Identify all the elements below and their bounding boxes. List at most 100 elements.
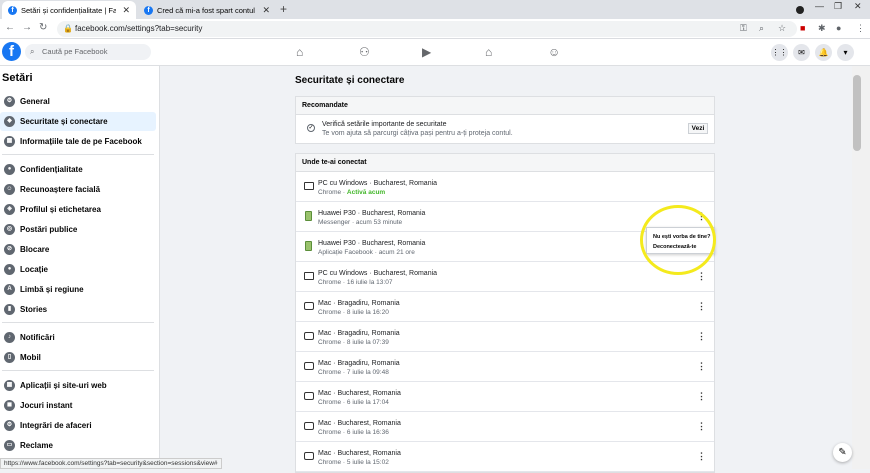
- sidebar-item-label: Mobil: [20, 353, 41, 362]
- session-row[interactable]: Mac · Bucharest, Romania Chrome · 6 iuli…: [296, 383, 714, 412]
- divider: [2, 322, 154, 323]
- facebook-logo[interactable]: f: [2, 42, 21, 61]
- shield-icon: ◆: [4, 116, 15, 127]
- tab-settings[interactable]: f Setări și confidențialitate | Faceb ✕: [2, 1, 136, 19]
- menu-grid-icon[interactable]: ⋮⋮: [771, 44, 788, 61]
- sidebar-item-public-posts[interactable]: ◎ Postări publice: [0, 220, 156, 239]
- sidebar-item-label: Integrări de afaceri: [20, 421, 92, 430]
- sidebar-item-label: Recunoaștere facială: [20, 185, 101, 194]
- sidebar-item-instant-games[interactable]: ◼ Jocuri instant: [0, 396, 156, 415]
- groups-icon[interactable]: ☺: [548, 45, 560, 59]
- session-row[interactable]: Mac · Bragadiru, Romania Chrome · 8 iuli…: [296, 323, 714, 352]
- book-icon: ▮: [4, 304, 15, 315]
- zoom-icon[interactable]: ⌕: [759, 23, 764, 34]
- grid-icon: ▦: [4, 136, 15, 147]
- reload-icon[interactable]: ↻: [39, 22, 47, 33]
- forward-icon[interactable]: →: [22, 22, 32, 33]
- ads-icon: ▭: [4, 440, 15, 451]
- close-tab-icon[interactable]: ✕: [262, 5, 270, 16]
- sidebar-item-blocking[interactable]: ⊘ Blocare: [0, 240, 156, 259]
- view-button[interactable]: Vezi: [688, 123, 708, 134]
- sidebar-item-profile-tagging[interactable]: ◈ Profilul și etichetarea: [0, 200, 156, 219]
- not-you-menu-item[interactable]: Nu ești vorba de tine?: [653, 232, 714, 242]
- check-shield-icon: ✓: [307, 124, 315, 132]
- sessions-card: Unde te-ai conectat PC cu Windows · Buch…: [295, 153, 715, 473]
- key-icon[interactable]: ⚿: [740, 23, 747, 34]
- extensions-icon[interactable]: ✱: [818, 23, 826, 34]
- new-tab-icon[interactable]: +: [280, 2, 287, 16]
- session-row[interactable]: Mac · Bragadiru, Romania Chrome · 8 iuli…: [296, 293, 714, 322]
- sidebar-item-location[interactable]: ● Locație: [0, 260, 156, 279]
- facebook-favicon-icon: f: [8, 5, 17, 15]
- tab-article[interactable]: f Cred că mi-a fost spart contul de ✕: [138, 1, 276, 19]
- account-dropdown-icon[interactable]: ▾: [837, 44, 854, 61]
- scrollbar-thumb[interactable]: [853, 75, 861, 151]
- compose-edit-icon[interactable]: ✎: [833, 443, 852, 462]
- sidebar-item-label: General: [20, 97, 50, 106]
- home-icon[interactable]: ⌂: [296, 45, 303, 59]
- session-row[interactable]: Mac · Bragadiru, Romania Chrome · 7 iuli…: [296, 353, 714, 382]
- close-tab-icon[interactable]: ✕: [122, 5, 130, 16]
- sidebar-item-face-recognition[interactable]: ☺ Recunoaștere facială: [0, 180, 156, 199]
- close-window-icon[interactable]: ✕: [854, 1, 862, 12]
- session-detail: Chrome · 8 iulie la 16:20: [318, 309, 389, 316]
- friends-icon[interactable]: ⚇: [359, 45, 370, 59]
- notifications-icon[interactable]: 🔔: [815, 44, 832, 61]
- session-detail: Chrome · Activă acum: [318, 189, 385, 196]
- session-detail: Chrome · 6 iulie la 16:36: [318, 429, 389, 436]
- sidebar-item-business-integrations[interactable]: ⚙ Integrări de afaceri: [0, 416, 156, 435]
- session-device: Mac · Bragadiru, Romania: [318, 360, 400, 367]
- messenger-icon[interactable]: ✉: [793, 44, 810, 61]
- maximize-icon[interactable]: ❐: [834, 1, 842, 12]
- sidebar-item-apps[interactable]: ▦ Aplicații și site-uri web: [0, 376, 156, 395]
- minimize-icon[interactable]: —: [815, 1, 824, 11]
- log-out-menu-item[interactable]: Deconectează-te: [653, 242, 714, 252]
- session-device: Mac · Bucharest, Romania: [318, 390, 401, 397]
- sidebar-item-security[interactable]: ◆ Securitate și conectare: [0, 112, 156, 131]
- sidebar-item-label: Stories: [20, 305, 48, 314]
- session-row[interactable]: Mac · Bucharest, Romania Chrome · 5 iuli…: [296, 443, 714, 472]
- session-device: Mac · Bucharest, Romania: [318, 450, 401, 457]
- more-options-icon[interactable]: ⋮: [697, 361, 706, 372]
- session-row[interactable]: PC cu Windows · Bucharest, Romania Chrom…: [296, 173, 714, 202]
- url-bar[interactable]: 🔒 facebook.com/settings?tab=security: [57, 21, 797, 37]
- more-options-icon[interactable]: ⋮: [697, 271, 706, 282]
- page-title: Securitate și conectare: [295, 75, 405, 86]
- more-options-icon[interactable]: ⋮: [697, 301, 706, 312]
- more-options-icon[interactable]: ⋮: [697, 451, 706, 462]
- more-options-icon[interactable]: ⋮: [697, 421, 706, 432]
- sidebar-item-general[interactable]: ⚙ General: [0, 92, 156, 111]
- record-icon[interactable]: [796, 6, 804, 14]
- marketplace-icon[interactable]: ⌂: [485, 45, 492, 59]
- bell-icon: ♪: [4, 332, 15, 343]
- sidebar-item-stories[interactable]: ▮ Stories: [0, 300, 156, 319]
- facebook-favicon-icon: f: [144, 5, 153, 15]
- pdf-extension-icon[interactable]: ■: [800, 23, 805, 33]
- session-row[interactable]: Mac · Bucharest, Romania Chrome · 6 iuli…: [296, 413, 714, 442]
- session-detail: Chrome · 5 iulie la 15:02: [318, 459, 389, 466]
- profile-icon[interactable]: ●: [836, 23, 841, 33]
- back-icon[interactable]: ←: [5, 22, 15, 33]
- sidebar-item-notifications[interactable]: ♪ Notificări: [0, 328, 156, 347]
- search-icon: ⌕: [30, 47, 35, 56]
- more-options-icon[interactable]: ⋮: [697, 331, 706, 342]
- more-options-icon[interactable]: ⋮: [697, 391, 706, 402]
- session-row[interactable]: PC cu Windows · Bucharest, Romania Chrom…: [296, 263, 714, 292]
- sidebar-item-label: Jocuri instant: [20, 401, 73, 410]
- sidebar-item-ads[interactable]: ▭ Reclame: [0, 436, 156, 455]
- facebook-search-input[interactable]: ⌕ Caută pe Facebook: [25, 44, 151, 60]
- sidebar-item-label: Locație: [20, 265, 49, 274]
- sidebar-item-language[interactable]: A Limbă și regiune: [0, 280, 156, 299]
- settings-sidebar: Setări ⚙ General ◆ Securitate și conectare…: [0, 66, 160, 469]
- star-icon[interactable]: ☆: [778, 23, 786, 34]
- recommended-title: Verifică setările importante de securita…: [322, 121, 447, 128]
- sidebar-item-mobile[interactable]: ▯ Mobil: [0, 348, 156, 367]
- sidebar-item-your-info[interactable]: ▦ Informațiile tale de pe Facebook: [0, 132, 156, 151]
- session-detail: Chrome · 7 iulie la 09:48: [318, 369, 389, 376]
- more-options-icon[interactable]: ⋮: [697, 211, 706, 222]
- sidebar-item-label: Notificări: [20, 333, 55, 342]
- sidebar-item-privacy[interactable]: ● Confidențialitate: [0, 160, 156, 179]
- watch-icon[interactable]: ▶: [422, 45, 431, 59]
- menu-kebab-icon[interactable]: ⋮: [856, 23, 865, 34]
- phone-icon: ▯: [4, 352, 15, 363]
